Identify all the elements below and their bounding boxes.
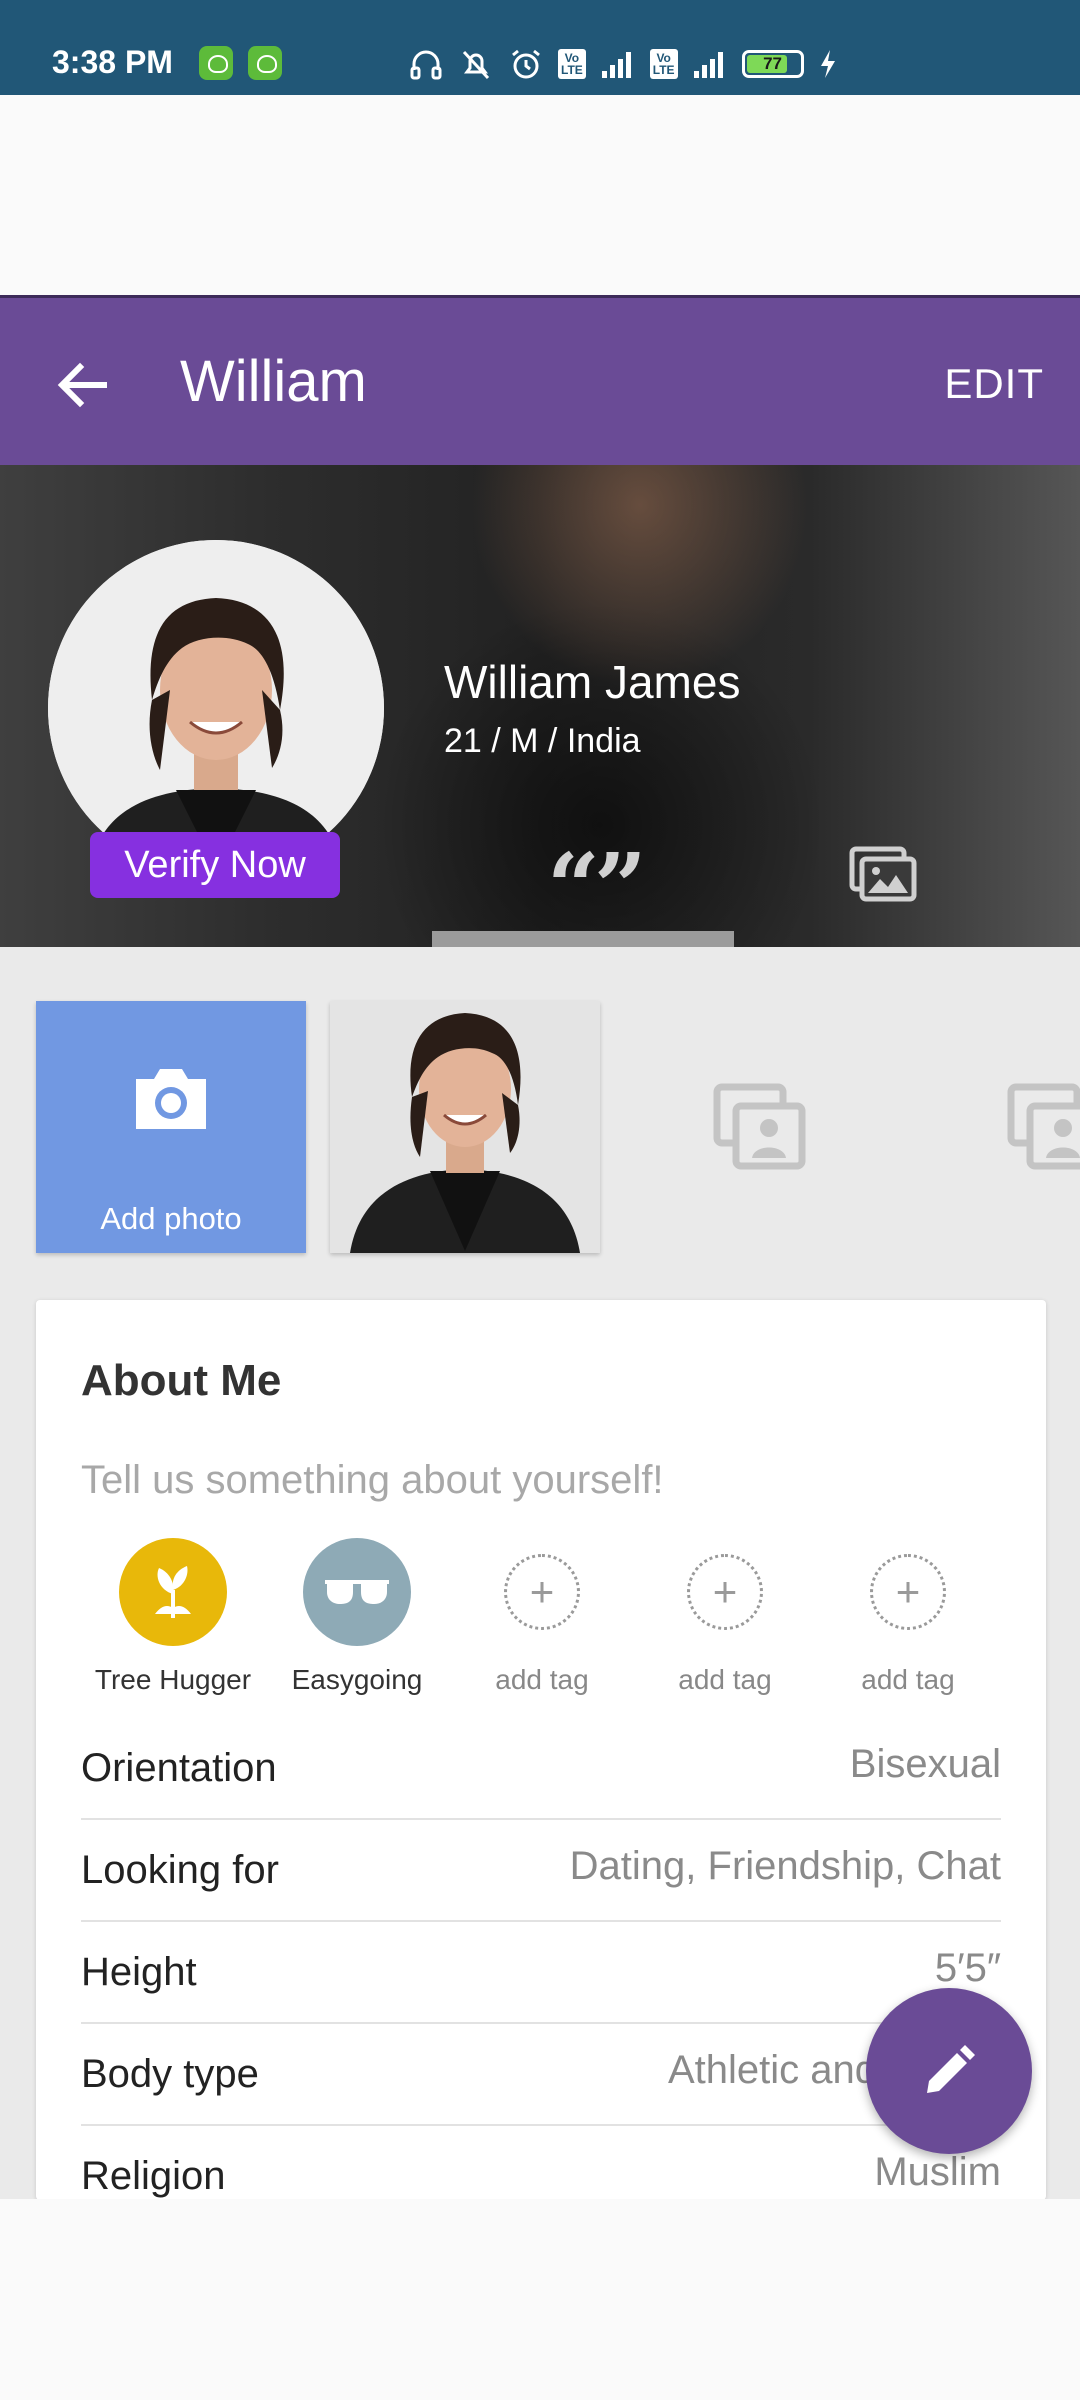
detail-value: Athletic and: [667, 2048, 877, 2092]
volte-icon: Vo LTE: [558, 49, 586, 79]
tag-label: Easygoing: [291, 1664, 423, 1695]
tag-label: Tree Hugger: [94, 1664, 252, 1695]
alarm-icon: [508, 46, 544, 82]
headphones-icon: [408, 46, 444, 82]
toolbar-title: William: [180, 349, 367, 414]
add-icon: +: [687, 1554, 763, 1630]
profile-name: William James: [444, 656, 741, 708]
detail-value: Muslim: [874, 2150, 1001, 2194]
tag-label: add tag: [861, 1664, 955, 1695]
detail-value: Dating, Friendship, Chat: [569, 1844, 1001, 1888]
tag-label: add tag: [678, 1664, 772, 1695]
detail-label: Religion: [81, 2154, 226, 2198]
detail-row-religion[interactable]: Religion Muslim: [81, 2126, 1001, 2200]
bell-off-icon: [458, 46, 494, 82]
detail-value: Bisexual: [849, 1742, 1001, 1786]
avatar[interactable]: [48, 540, 384, 876]
tag-easygoing[interactable]: Easygoing: [272, 1538, 442, 1696]
add-tag-button[interactable]: + add tag: [457, 1538, 627, 1696]
detail-value: 5′5″: [934, 1946, 1001, 1990]
edit-fab[interactable]: [866, 1988, 1032, 2154]
status-bar: 3:38 PM Vo LTE Vo LTE 77: [0, 0, 1080, 95]
quote-icon[interactable]: “”: [547, 841, 647, 933]
signal-icon: [600, 49, 636, 79]
tag-tree-hugger[interactable]: Tree Hugger: [88, 1538, 258, 1696]
add-icon: +: [504, 1554, 580, 1630]
detail-row-orientation[interactable]: Orientation Bisexual: [81, 1718, 1001, 1820]
tab-indicator: [432, 931, 734, 947]
edit-button[interactable]: EDIT: [944, 360, 1044, 408]
camera-icon: [130, 1061, 212, 1138]
photo-placeholder-icon[interactable]: [1006, 1082, 1080, 1177]
about-title: About Me: [81, 1356, 282, 1405]
detail-label: Body type: [81, 2052, 259, 2096]
detail-label: Looking for: [81, 1848, 279, 1892]
notification-app-icon: [248, 46, 282, 80]
status-time: 3:38 PM: [52, 44, 173, 80]
verify-now-button[interactable]: Verify Now: [90, 832, 340, 898]
about-input[interactable]: Tell us something about yourself!: [81, 1458, 664, 1503]
signal-icon: [692, 49, 728, 79]
photo-placeholder-icon[interactable]: [712, 1082, 808, 1177]
gallery-icon[interactable]: [848, 845, 918, 910]
blank-area: [0, 95, 1080, 295]
volte-icon: Vo LTE: [649, 49, 678, 79]
photo-thumbnail[interactable]: [330, 1001, 600, 1253]
back-arrow-icon[interactable]: [52, 353, 116, 417]
profile-header: Verify Now William James 21 / M / India …: [0, 465, 1080, 947]
detail-label: Height: [81, 1950, 197, 1994]
app-toolbar: William EDIT: [0, 295, 1080, 465]
status-icons: Vo LTE Vo LTE 77: [408, 44, 838, 84]
detail-row-looking-for[interactable]: Looking for Dating, Friendship, Chat: [81, 1820, 1001, 1922]
sunglasses-icon: [303, 1538, 411, 1646]
pencil-icon: [927, 2045, 975, 2093]
detail-row-body-type[interactable]: Body type Athletic and: [81, 2024, 1001, 2126]
add-icon: +: [870, 1554, 946, 1630]
profile-details: 21 / M / India: [444, 722, 641, 760]
detail-label: Orientation: [81, 1746, 277, 1790]
add-tag-button[interactable]: + add tag: [823, 1538, 993, 1696]
tag-label: add tag: [495, 1664, 589, 1695]
battery-icon: 77: [741, 50, 804, 78]
battery-level: 77: [763, 54, 783, 73]
detail-row-height[interactable]: Height 5′5″: [81, 1922, 1001, 2024]
tree-hugger-icon: [119, 1538, 227, 1646]
notification-app-icon: [199, 46, 233, 80]
add-tag-button[interactable]: + add tag: [640, 1538, 810, 1696]
add-photo-button[interactable]: Add photo: [36, 1001, 306, 1253]
blank-area: [0, 2199, 1080, 2400]
add-photo-label: Add photo: [100, 1201, 242, 1236]
charging-icon: [818, 48, 838, 80]
